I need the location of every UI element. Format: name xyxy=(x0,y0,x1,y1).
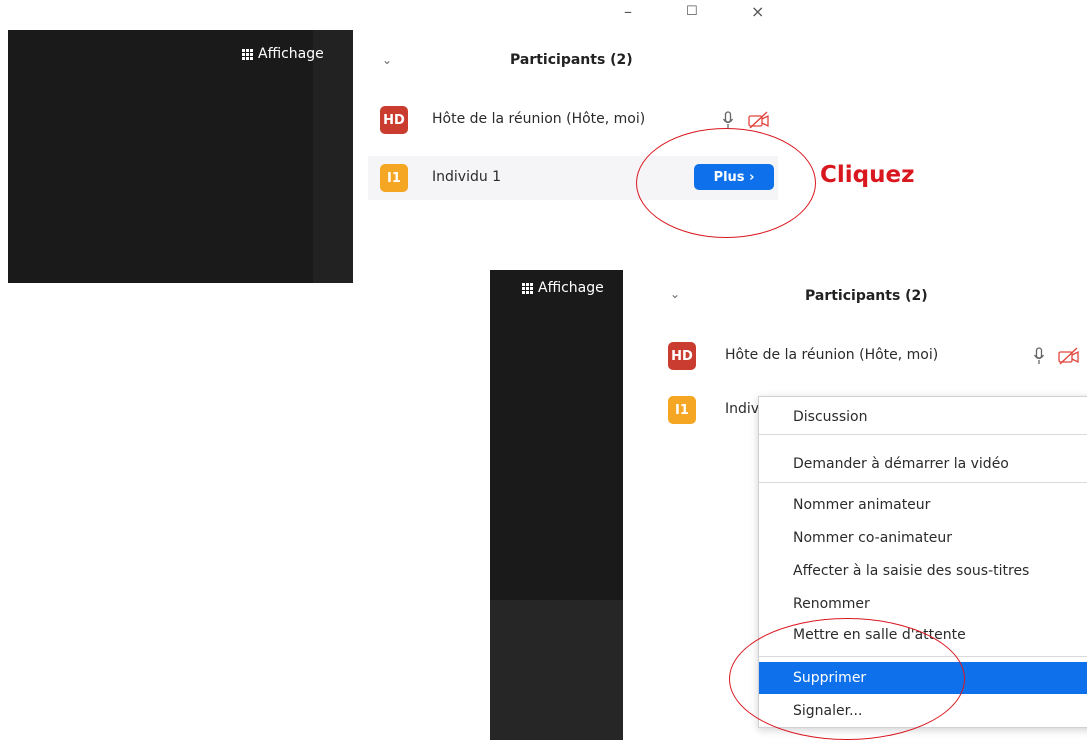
avatar: I1 xyxy=(380,164,408,192)
panel-title: Participants (2) xyxy=(510,52,633,68)
participant-name: Indiv xyxy=(725,401,760,417)
participant-name: Hôte de la réunion (Hôte, moi) xyxy=(432,111,646,127)
menu-item-discussion[interactable]: Discussion xyxy=(759,401,1087,433)
avatar: HD xyxy=(380,106,408,134)
view-button[interactable]: Affichage xyxy=(242,46,324,62)
panel-title: Participants (2) xyxy=(805,288,928,304)
view-button[interactable]: Affichage xyxy=(522,280,604,296)
annotation-ellipse xyxy=(729,618,965,740)
video-off-icon[interactable] xyxy=(1058,347,1080,365)
collapse-chevron-icon[interactable]: ⌄ xyxy=(670,287,680,301)
close-icon[interactable]: × xyxy=(751,2,764,21)
avatar: HD xyxy=(668,342,696,370)
annotation-ellipse xyxy=(636,128,816,238)
view-button-label: Affichage xyxy=(258,46,324,62)
avatar: I1 xyxy=(668,396,696,424)
video-area xyxy=(490,270,623,740)
menu-item-assign-captions[interactable]: Affecter à la saisie des sous-titres xyxy=(759,555,1087,587)
minimize-icon[interactable]: – xyxy=(624,2,632,21)
menu-item-make-host[interactable]: Nommer animateur xyxy=(759,489,1087,521)
collapse-chevron-icon[interactable]: ⌄ xyxy=(382,53,392,67)
microphone-icon[interactable] xyxy=(1033,347,1045,365)
menu-item-request-video[interactable]: Demander à démarrer la vidéo xyxy=(759,448,1087,480)
video-area xyxy=(8,30,353,283)
participant-name: Hôte de la réunion (Hôte, moi) xyxy=(725,347,939,363)
menu-item-rename[interactable]: Renommer xyxy=(759,588,1087,620)
view-button-label: Affichage xyxy=(538,280,604,296)
participant-name: Individu 1 xyxy=(432,169,502,185)
grid-icon xyxy=(522,282,533,294)
video-off-icon[interactable] xyxy=(748,111,770,129)
participant-row[interactable]: HD Hôte de la réunion (Hôte, moi) xyxy=(630,334,1087,378)
maximize-icon[interactable]: ☐ xyxy=(686,4,698,19)
grid-icon xyxy=(242,48,253,60)
microphone-icon[interactable] xyxy=(722,111,734,129)
menu-item-make-cohost[interactable]: Nommer co-animateur xyxy=(759,522,1087,554)
annotation-label: Cliquez xyxy=(820,162,915,188)
